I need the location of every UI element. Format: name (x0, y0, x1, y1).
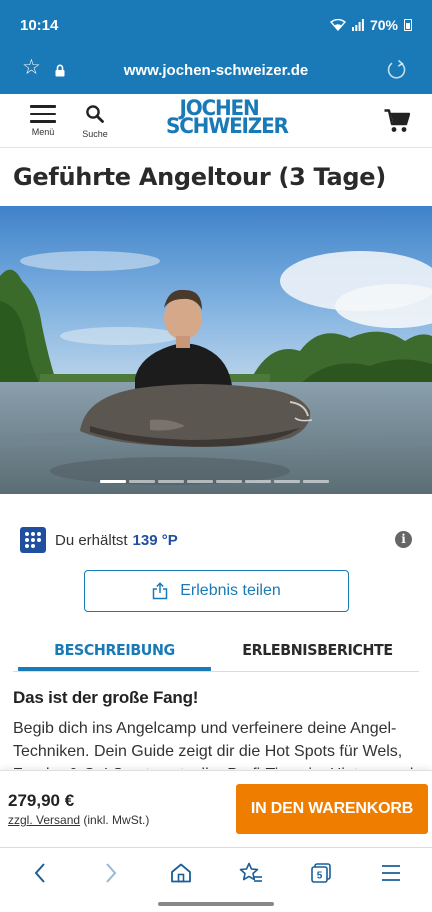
site-logo[interactable]: JOCHEN SCHWEIZER (166, 97, 289, 138)
tab-experience-reports[interactable]: ERLEBNISBERICHTE (221, 636, 414, 671)
tabs-button[interactable]: 5 (301, 860, 341, 886)
add-to-cart-button[interactable]: IN DEN WARENKORB (236, 784, 428, 834)
reload-icon[interactable] (386, 59, 408, 81)
carousel-dot[interactable] (303, 480, 329, 483)
home-indicator[interactable] (158, 902, 274, 906)
tabs-icon: 5 (311, 863, 331, 883)
home-icon (171, 863, 191, 883)
url-text[interactable]: www.jochen-schweizer.de (0, 62, 432, 79)
carousel-dot[interactable] (274, 480, 300, 483)
info-icon[interactable]: i (395, 531, 412, 548)
menu-button[interactable]: Menü (26, 105, 60, 137)
carousel-dot[interactable] (187, 480, 213, 483)
home-button[interactable] (161, 860, 201, 886)
menu-icon (382, 865, 400, 881)
carousel-dot[interactable] (100, 480, 126, 483)
battery-percent: 70% (369, 17, 398, 33)
browser-nav-bar: 5 (0, 847, 432, 912)
status-indicators: 70% (329, 17, 412, 33)
menu-label: Menü (31, 127, 55, 137)
logo-line-2: SCHWEIZER (166, 112, 289, 138)
buy-bar: 279,90 € zzgl. Versand (inkl. MwSt.) IN … (0, 770, 432, 846)
carousel-dot[interactable] (158, 480, 184, 483)
points-logo-icon (20, 527, 46, 553)
points-value: 139 °P (132, 531, 178, 549)
carousel-indicators[interactable] (100, 480, 329, 483)
bookmarks-button[interactable] (231, 860, 271, 886)
cart-button[interactable] (384, 109, 411, 138)
shopping-cart-icon (384, 109, 411, 132)
loyalty-points-row: Du erhältst 139 °P i (20, 527, 412, 553)
content-tabs: BESCHREIBUNG ERLEBNISBERICHTE (13, 636, 419, 672)
share-button-label: Erlebnis teilen (180, 582, 281, 599)
tab-description[interactable]: BESCHREIBUNG (18, 636, 211, 671)
carousel-dot[interactable] (129, 480, 155, 483)
tab-count: 5 (317, 871, 323, 882)
shipping-info: zzgl. Versand (inkl. MwSt.) (8, 813, 149, 827)
star-list-icon (239, 862, 262, 882)
browser-url-bar[interactable]: ☆ www.jochen-schweizer.de (0, 52, 432, 94)
share-experience-button[interactable]: Erlebnis teilen (84, 570, 349, 612)
chevron-left-icon (34, 863, 45, 883)
price: 279,90 € (8, 791, 75, 810)
share-icon (153, 582, 168, 600)
forward-button[interactable] (91, 860, 131, 886)
points-text: Du erhältst (55, 531, 128, 549)
status-bar: 10:14 70% (0, 0, 432, 52)
wifi-icon (329, 19, 346, 31)
battery-icon (404, 19, 412, 31)
page-title: Geführte Angeltour (3 Tage) (13, 163, 386, 191)
tax-note: (inkl. MwSt.) (83, 813, 150, 827)
description-text: Begib dich ins Angelcamp und verfeinere … (13, 720, 413, 769)
search-label: Suche (82, 129, 108, 139)
description-heading: Das ist der große Fang! (13, 688, 199, 707)
shipping-link[interactable]: zzgl. Versand (8, 813, 80, 827)
browser-menu-button[interactable] (371, 860, 411, 886)
site-header: Menü Suche JOCHEN SCHWEIZER (0, 94, 432, 148)
carousel-dot[interactable] (216, 480, 242, 483)
search-icon (86, 105, 104, 123)
status-time: 10:14 (20, 17, 59, 34)
chevron-right-icon (106, 863, 117, 883)
carousel-dot[interactable] (245, 480, 271, 483)
signal-icon (351, 19, 364, 31)
back-button[interactable] (20, 860, 60, 886)
product-image-carousel[interactable] (0, 206, 432, 494)
hero-image (0, 206, 432, 494)
hamburger-icon (30, 105, 56, 123)
search-button[interactable]: Suche (80, 104, 110, 139)
